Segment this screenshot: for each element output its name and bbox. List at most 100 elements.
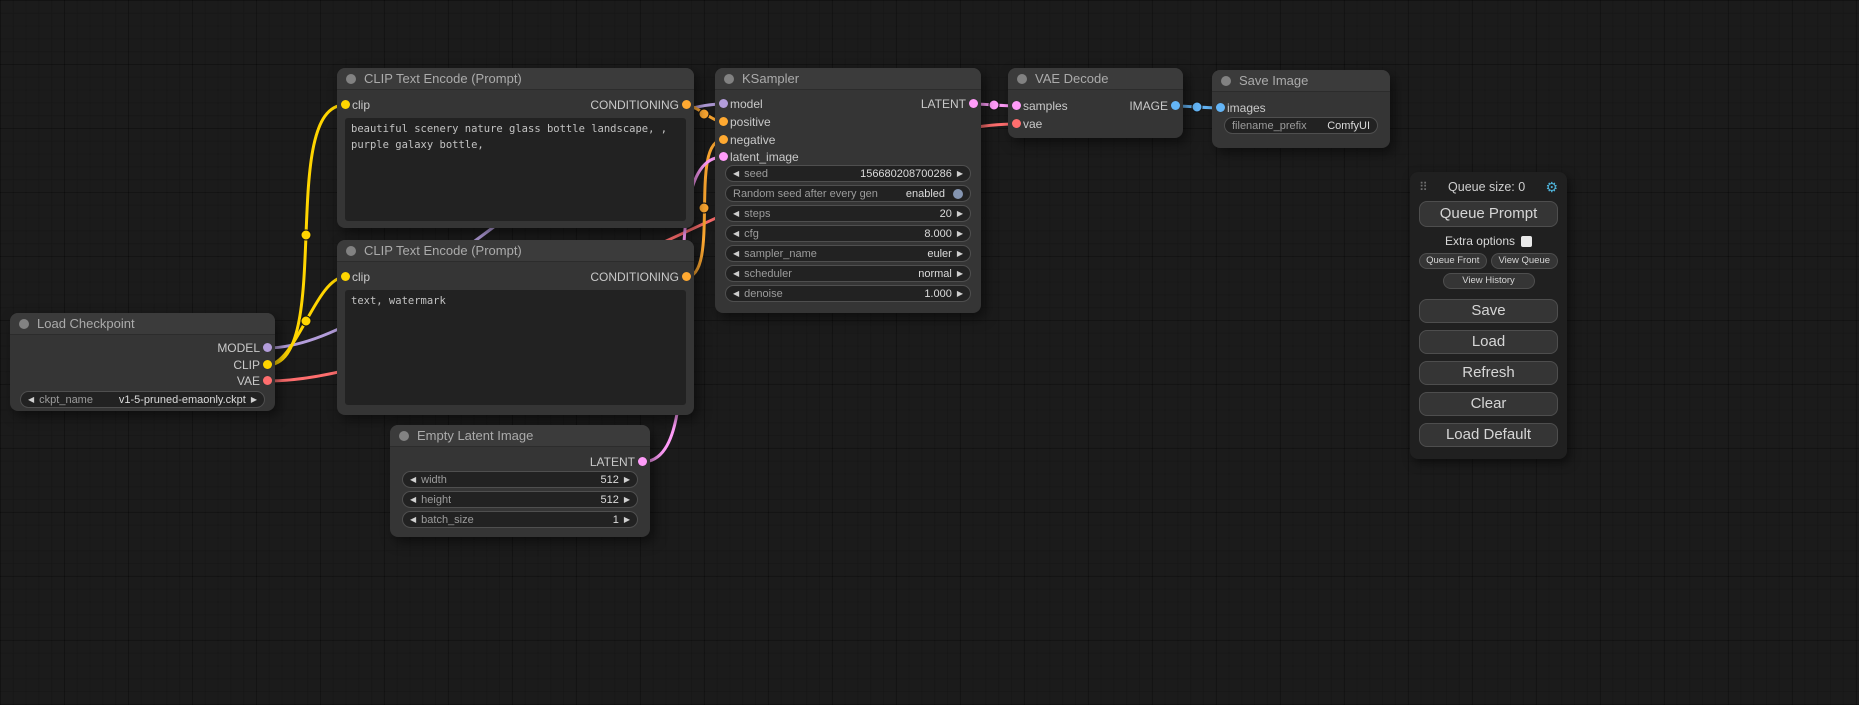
output-socket-conditioning[interactable] [682, 272, 691, 281]
load-default-button[interactable]: Load Default [1419, 423, 1558, 447]
input-slot-clip: clip [352, 97, 370, 113]
node-save-image[interactable]: Save Image images filename_prefix ComfyU… [1212, 70, 1390, 148]
increment-arrow-icon[interactable]: ▶ [957, 210, 963, 218]
input-socket-negative[interactable] [719, 135, 728, 144]
slot-label: clip [352, 270, 370, 284]
collapse-dot[interactable] [1017, 74, 1027, 84]
slot-label: negative [730, 133, 775, 147]
node-vae-decode-titlebar[interactable]: VAE Decode [1008, 68, 1183, 90]
decrement-arrow-icon[interactable]: ◀ [733, 250, 739, 258]
output-socket-conditioning[interactable] [682, 100, 691, 109]
decrement-arrow-icon[interactable]: ◀ [410, 476, 416, 484]
filename-prefix-widget[interactable]: filename_prefix ComfyUI [1224, 117, 1378, 134]
decrement-arrow-icon[interactable]: ◀ [733, 270, 739, 278]
scheduler-widget[interactable]: ◀ scheduler normal ▶ [725, 265, 971, 282]
settings-gear-icon[interactable]: ⚙ [1545, 179, 1558, 196]
output-socket-vae[interactable] [263, 376, 272, 385]
random-seed-toggle-widget[interactable]: Random seed after every gen enabled [725, 185, 971, 202]
clear-button[interactable]: Clear [1419, 392, 1558, 416]
steps-widget[interactable]: ◀ steps 20 ▶ [725, 205, 971, 222]
cfg-widget[interactable]: ◀ cfg 8.000 ▶ [725, 225, 971, 242]
node-clip-text-encode-positive[interactable]: CLIP Text Encode (Prompt) clip CONDITION… [337, 68, 694, 228]
negative-prompt-textarea[interactable]: text, watermark [345, 290, 686, 405]
input-socket-model[interactable] [719, 99, 728, 108]
increment-arrow-icon[interactable]: ▶ [251, 396, 257, 404]
output-socket-model[interactable] [263, 343, 272, 352]
ckpt-name-widget[interactable]: ◀ ckpt_name v1-5-pruned-emaonly.ckpt ▶ [20, 391, 265, 408]
graph-canvas[interactable]: Load Checkpoint MODEL CLIP VAE ◀ ckpt_na… [0, 0, 1859, 705]
input-socket-clip[interactable] [341, 100, 350, 109]
decrement-arrow-icon[interactable]: ◀ [410, 496, 416, 504]
toggle-knob-icon[interactable] [953, 189, 963, 199]
height-widget[interactable]: ◀ height 512 ▶ [402, 491, 638, 508]
slot-label: IMAGE [1129, 99, 1168, 113]
node-load-checkpoint-titlebar[interactable]: Load Checkpoint [10, 313, 275, 335]
increment-arrow-icon[interactable]: ▶ [957, 230, 963, 238]
increment-arrow-icon[interactable]: ▶ [957, 270, 963, 278]
node-title: CLIP Text Encode (Prompt) [364, 243, 522, 258]
collapse-dot[interactable] [1221, 76, 1231, 86]
node-ksampler[interactable]: KSampler model positive negative latent_… [715, 68, 981, 313]
node-empty-latent-image[interactable]: Empty Latent Image LATENT ◀ width 512 ▶ … [390, 425, 650, 537]
input-socket-images[interactable] [1216, 103, 1225, 112]
output-slot-conditioning: CONDITIONING [590, 269, 679, 285]
increment-arrow-icon[interactable]: ▶ [957, 290, 963, 298]
collapse-dot[interactable] [399, 431, 409, 441]
decrement-arrow-icon[interactable]: ◀ [733, 230, 739, 238]
node-empty-latent-titlebar[interactable]: Empty Latent Image [390, 425, 650, 447]
collapse-dot[interactable] [346, 246, 356, 256]
view-history-button[interactable]: View History [1443, 273, 1535, 289]
save-button[interactable]: Save [1419, 299, 1558, 323]
collapse-dot[interactable] [346, 74, 356, 84]
increment-arrow-icon[interactable]: ▶ [957, 250, 963, 258]
wire-midpoint-dot [989, 100, 999, 110]
sampler-name-widget[interactable]: ◀ sampler_name euler ▶ [725, 245, 971, 262]
positive-prompt-textarea[interactable]: beautiful scenery nature glass bottle la… [345, 118, 686, 221]
collapse-dot[interactable] [724, 74, 734, 84]
increment-arrow-icon[interactable]: ▶ [624, 476, 630, 484]
batch-size-widget[interactable]: ◀ batch_size 1 ▶ [402, 511, 638, 528]
node-save-image-titlebar[interactable]: Save Image [1212, 70, 1390, 92]
node-vae-decode[interactable]: VAE Decode samples vae IMAGE [1008, 68, 1183, 138]
input-socket-latent-image[interactable] [719, 152, 728, 161]
denoise-widget[interactable]: ◀ denoise 1.000 ▶ [725, 285, 971, 302]
node-clip-text-encode-negative[interactable]: CLIP Text Encode (Prompt) clip CONDITION… [337, 240, 694, 415]
node-load-checkpoint[interactable]: Load Checkpoint MODEL CLIP VAE ◀ ckpt_na… [10, 313, 275, 411]
input-socket-vae[interactable] [1012, 119, 1021, 128]
slot-label: CONDITIONING [590, 270, 679, 284]
decrement-arrow-icon[interactable]: ◀ [28, 396, 34, 404]
increment-arrow-icon[interactable]: ▶ [624, 496, 630, 504]
increment-arrow-icon[interactable]: ▶ [957, 170, 963, 178]
decrement-arrow-icon[interactable]: ◀ [410, 516, 416, 524]
input-socket-samples[interactable] [1012, 101, 1021, 110]
increment-arrow-icon[interactable]: ▶ [624, 516, 630, 524]
drag-handle-icon[interactable]: ⠿ [1419, 180, 1428, 194]
node-clip-positive-titlebar[interactable]: CLIP Text Encode (Prompt) [337, 68, 694, 90]
decrement-arrow-icon[interactable]: ◀ [733, 210, 739, 218]
refresh-button[interactable]: Refresh [1419, 361, 1558, 385]
decrement-arrow-icon[interactable]: ◀ [733, 290, 739, 298]
output-socket-image[interactable] [1171, 101, 1180, 110]
load-button[interactable]: Load [1419, 330, 1558, 354]
collapse-dot[interactable] [19, 319, 29, 329]
input-socket-clip[interactable] [341, 272, 350, 281]
output-socket-latent[interactable] [638, 457, 647, 466]
wire-midpoint-dot [1192, 102, 1202, 112]
widget-label: cfg [744, 228, 759, 240]
node-ksampler-titlebar[interactable]: KSampler [715, 68, 981, 90]
queue-prompt-button[interactable]: Queue Prompt [1419, 201, 1558, 227]
output-socket-latent[interactable] [969, 99, 978, 108]
queue-front-button[interactable]: Queue Front [1419, 253, 1487, 269]
extra-options-checkbox[interactable] [1521, 236, 1532, 247]
node-title: Load Checkpoint [37, 316, 135, 331]
widget-value: 8.000 [924, 228, 952, 240]
decrement-arrow-icon[interactable]: ◀ [733, 170, 739, 178]
width-widget[interactable]: ◀ width 512 ▶ [402, 471, 638, 488]
seed-widget[interactable]: ◀ seed 156680208700286 ▶ [725, 165, 971, 182]
wire-midpoint-dot [301, 316, 311, 326]
input-socket-positive[interactable] [719, 117, 728, 126]
output-socket-clip[interactable] [263, 360, 272, 369]
view-queue-button[interactable]: View Queue [1491, 253, 1559, 269]
node-clip-negative-titlebar[interactable]: CLIP Text Encode (Prompt) [337, 240, 694, 262]
widget-value: normal [918, 268, 952, 280]
